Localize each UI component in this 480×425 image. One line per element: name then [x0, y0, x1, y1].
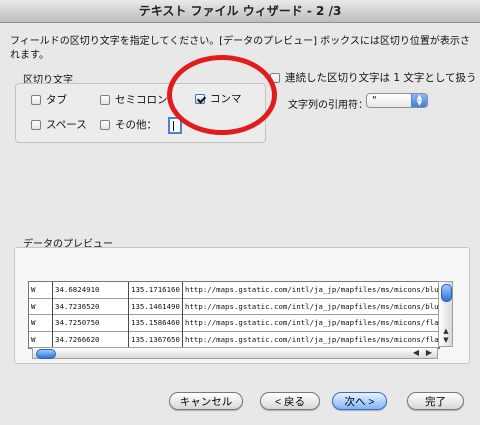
scroll-right-arrow-icon[interactable]: ▶ — [424, 348, 434, 358]
preview-cell: W — [29, 298, 53, 315]
window-title: テキスト ファイル ウィザード - 2 /3 — [0, 0, 480, 23]
other-label: その他： — [115, 119, 157, 131]
preview-cell: W — [29, 315, 53, 332]
preview-cell: 135.1716160 — [129, 282, 183, 299]
tab-label: タブ — [46, 94, 67, 106]
preview-cell: 135.1367650 — [129, 331, 183, 348]
text-qualifier-select[interactable]: " ▲ ▼ — [366, 93, 428, 108]
preview-cell: 34.6824910 — [53, 282, 129, 299]
consecutive-delimiter-checkbox[interactable]: 連続した区切り文字は 1 文字として扱う — [270, 70, 477, 85]
comma-checkbox[interactable]: コンマ — [195, 91, 242, 106]
preview-cell: W — [29, 282, 53, 299]
horizontal-scroll-thumb[interactable] — [36, 349, 56, 359]
text-qualifier-value: " — [372, 95, 377, 106]
other-delimiter-input[interactable] — [168, 117, 182, 134]
tab-checkbox[interactable]: タブ — [31, 92, 67, 107]
quote-label: 文字列の引用符： — [288, 100, 368, 111]
space-checkbox[interactable]: スペース — [31, 117, 87, 132]
preview-cell: http://maps.gstatic.com/intl/ja_jp/mapfi… — [185, 318, 439, 327]
horizontal-scrollbar[interactable]: ◀ ▶ — [32, 347, 438, 359]
comma-checkbox-box[interactable] — [195, 93, 205, 104]
preview-row: W 34.6824910 135.1716160 http://maps.gst… — [29, 282, 439, 299]
preview-cell: http://maps.gstatic.com/intl/ja_jp/mapfi… — [185, 334, 439, 344]
back-button[interactable]: < 戻る — [260, 392, 320, 410]
data-preview-table[interactable]: W 34.6824910 135.1716160 http://maps.gst… — [28, 281, 440, 349]
preview-cell: 135.1586460 — [129, 315, 183, 332]
text-file-wizard-window: テキスト ファイル ウィザード - 2 /3 フィールドの区切り文字を指定してく… — [0, 0, 480, 425]
preview-row: W 34.7236520 135.1461490 http://maps.gst… — [29, 298, 439, 315]
tab-checkbox-box[interactable] — [31, 94, 41, 105]
preview-row: W 34.7266620 135.1367650 http://maps.gst… — [29, 331, 439, 348]
semicolon-checkbox[interactable]: セミコロン — [100, 92, 168, 107]
finish-button[interactable]: 完了 — [407, 392, 464, 410]
consecutive-delimiter-label: 連続した区切り文字は 1 文字として扱う — [285, 72, 477, 84]
text-caret — [173, 121, 174, 131]
preview-cell: W — [29, 331, 53, 348]
preview-cell: 34.7236520 — [53, 298, 129, 315]
consecutive-delimiter-checkbox-box[interactable] — [270, 72, 280, 83]
next-button[interactable]: 次へ > — [332, 392, 387, 410]
other-checkbox[interactable]: その他： — [100, 117, 157, 132]
comma-label: コンマ — [210, 93, 242, 105]
vertical-scrollbar[interactable]: ▲ ▼ — [438, 281, 453, 347]
space-label: スペース — [46, 119, 87, 131]
preview-cell: 135.1461490 — [129, 298, 183, 315]
preview-row: W 34.7250750 135.1586460 http://maps.gst… — [29, 315, 439, 332]
scroll-up-arrow-icon[interactable]: ▲ — [441, 327, 451, 335]
vertical-scroll-thumb[interactable] — [441, 284, 452, 302]
cancel-button[interactable]: キャンセル — [169, 392, 243, 410]
up-down-arrows-icon: ▲ ▼ — [411, 94, 427, 107]
semicolon-checkbox-box[interactable] — [100, 94, 110, 105]
preview-cell: 34.7250750 — [53, 315, 129, 332]
preview-cell: http://maps.gstatic.com/intl/ja_jp/mapfi… — [185, 285, 439, 294]
scroll-left-arrow-icon[interactable]: ◀ — [411, 348, 421, 358]
preview-cell: 34.7266620 — [53, 331, 129, 348]
other-checkbox-box[interactable] — [100, 119, 110, 130]
instruction-text: フィールドの区切り文字を指定してください。[データのプレビュー] ボックスには区… — [10, 36, 470, 61]
scroll-down-arrow-icon[interactable]: ▼ — [441, 336, 451, 344]
space-checkbox-box[interactable] — [31, 119, 41, 130]
semicolon-label: セミコロン — [115, 94, 168, 106]
preview-cell: http://maps.gstatic.com/intl/ja_jp/mapfi… — [185, 301, 439, 311]
